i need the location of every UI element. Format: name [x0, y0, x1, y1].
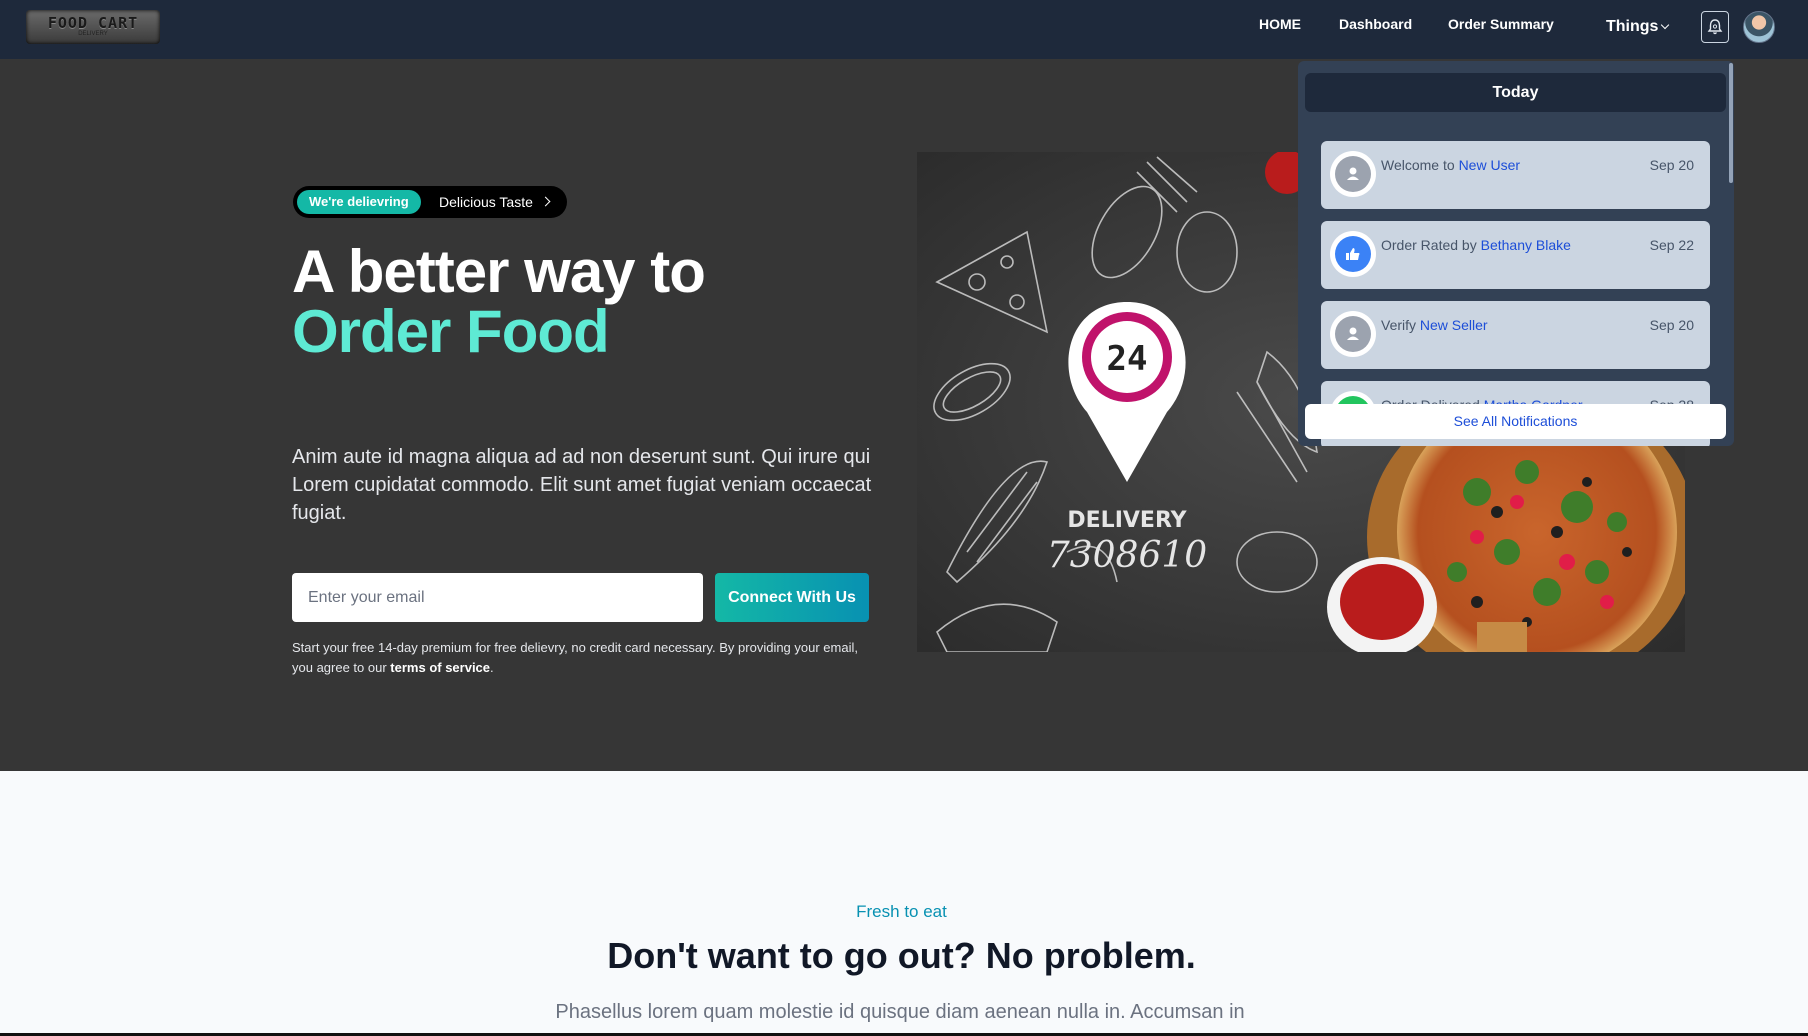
notification-user-link[interactable]: New Seller: [1420, 317, 1488, 333]
notification-date: Sep 20: [1649, 157, 1694, 173]
notifications-scrollbar[interactable]: [1729, 63, 1733, 183]
hero-title-line1: A better way to: [292, 238, 706, 305]
nav-things-dropdown[interactable]: Things: [1606, 18, 1670, 36]
logo-text: FOOD CART: [47, 14, 139, 32]
brand-logo[interactable]: FOOD CART DELIVERY: [26, 10, 160, 44]
fine-print-text: Start your free 14-day premium for free …: [292, 640, 858, 675]
logo-subtext: DELIVERY: [78, 31, 108, 37]
notification-date: Sep 20: [1649, 317, 1694, 333]
notification-message: Verify: [1381, 317, 1417, 333]
notifications-dropdown: Today Welcome to New User Sep 20 Order R…: [1298, 61, 1734, 446]
notification-item[interactable]: Welcome to New User Sep 20: [1321, 141, 1710, 209]
user-icon: [1335, 316, 1371, 352]
notification-text: Order Rated by Bethany Blake: [1381, 237, 1571, 253]
chevron-down-icon: [1661, 20, 1670, 30]
notifications-button[interactable]: [1701, 11, 1729, 43]
section-subtitle: Phasellus lorem quam molestie id quisque…: [555, 1001, 1245, 1023]
delivering-badge: We're delievring: [297, 190, 421, 214]
fine-print: Start your free 14-day premium for free …: [292, 638, 872, 678]
notification-icon-wrap: [1330, 151, 1376, 197]
navbar: FOOD CART DELIVERY HOME Dashboard Order …: [0, 0, 1808, 59]
chevron-right-icon: [540, 196, 551, 207]
section-eyebrow: Fresh to eat: [856, 902, 947, 921]
announcement-pill[interactable]: We're delievring Delicious Taste: [293, 186, 567, 218]
section-title: Don't want to go out? No problem.: [607, 935, 1196, 976]
notification-date: Sep 22: [1649, 237, 1694, 253]
nav-home-link[interactable]: HOME: [1259, 16, 1301, 32]
fine-print-end: .: [490, 660, 494, 675]
nav-dashboard-link[interactable]: Dashboard: [1339, 16, 1412, 32]
notification-icon-wrap: [1330, 231, 1376, 277]
notification-message: Welcome to: [1381, 157, 1455, 173]
notification-item[interactable]: Verify New Seller Sep 20: [1321, 301, 1710, 369]
bell-icon: [1707, 19, 1723, 35]
pin-number: 24: [1107, 339, 1148, 379]
thumbs-up-icon: [1335, 236, 1371, 272]
notification-item[interactable]: Order Rated by Bethany Blake Sep 22: [1321, 221, 1710, 289]
notification-icon-wrap: [1330, 311, 1376, 357]
notification-message: Order Rated by: [1381, 237, 1477, 253]
notification-text: Welcome to New User: [1381, 157, 1520, 173]
nav-things-label: Things: [1606, 18, 1659, 35]
delivery-caption: DELIVERY: [1067, 508, 1187, 533]
pill-text: Delicious Taste: [439, 194, 533, 210]
connect-button[interactable]: Connect With Us: [715, 573, 869, 622]
notification-text: Verify New Seller: [1381, 317, 1488, 333]
hero-title: A better way to Order Food: [292, 238, 706, 365]
email-input[interactable]: [292, 573, 703, 622]
user-avatar[interactable]: [1743, 11, 1775, 43]
delivery-phone: 7308610: [1047, 535, 1207, 576]
notification-user-link[interactable]: New User: [1459, 157, 1520, 173]
see-all-notifications-button[interactable]: See All Notifications: [1305, 404, 1726, 439]
hero-title-line2: Order Food: [292, 298, 610, 365]
nav-order-summary-link[interactable]: Order Summary: [1448, 16, 1554, 32]
notifications-header: Today: [1305, 73, 1726, 112]
hero-description: Anim aute id magna aliqua ad ad non dese…: [292, 446, 872, 524]
user-icon: [1335, 156, 1371, 192]
terms-of-service-link[interactable]: terms of service: [390, 660, 490, 675]
notification-user-link[interactable]: Bethany Blake: [1481, 237, 1571, 253]
